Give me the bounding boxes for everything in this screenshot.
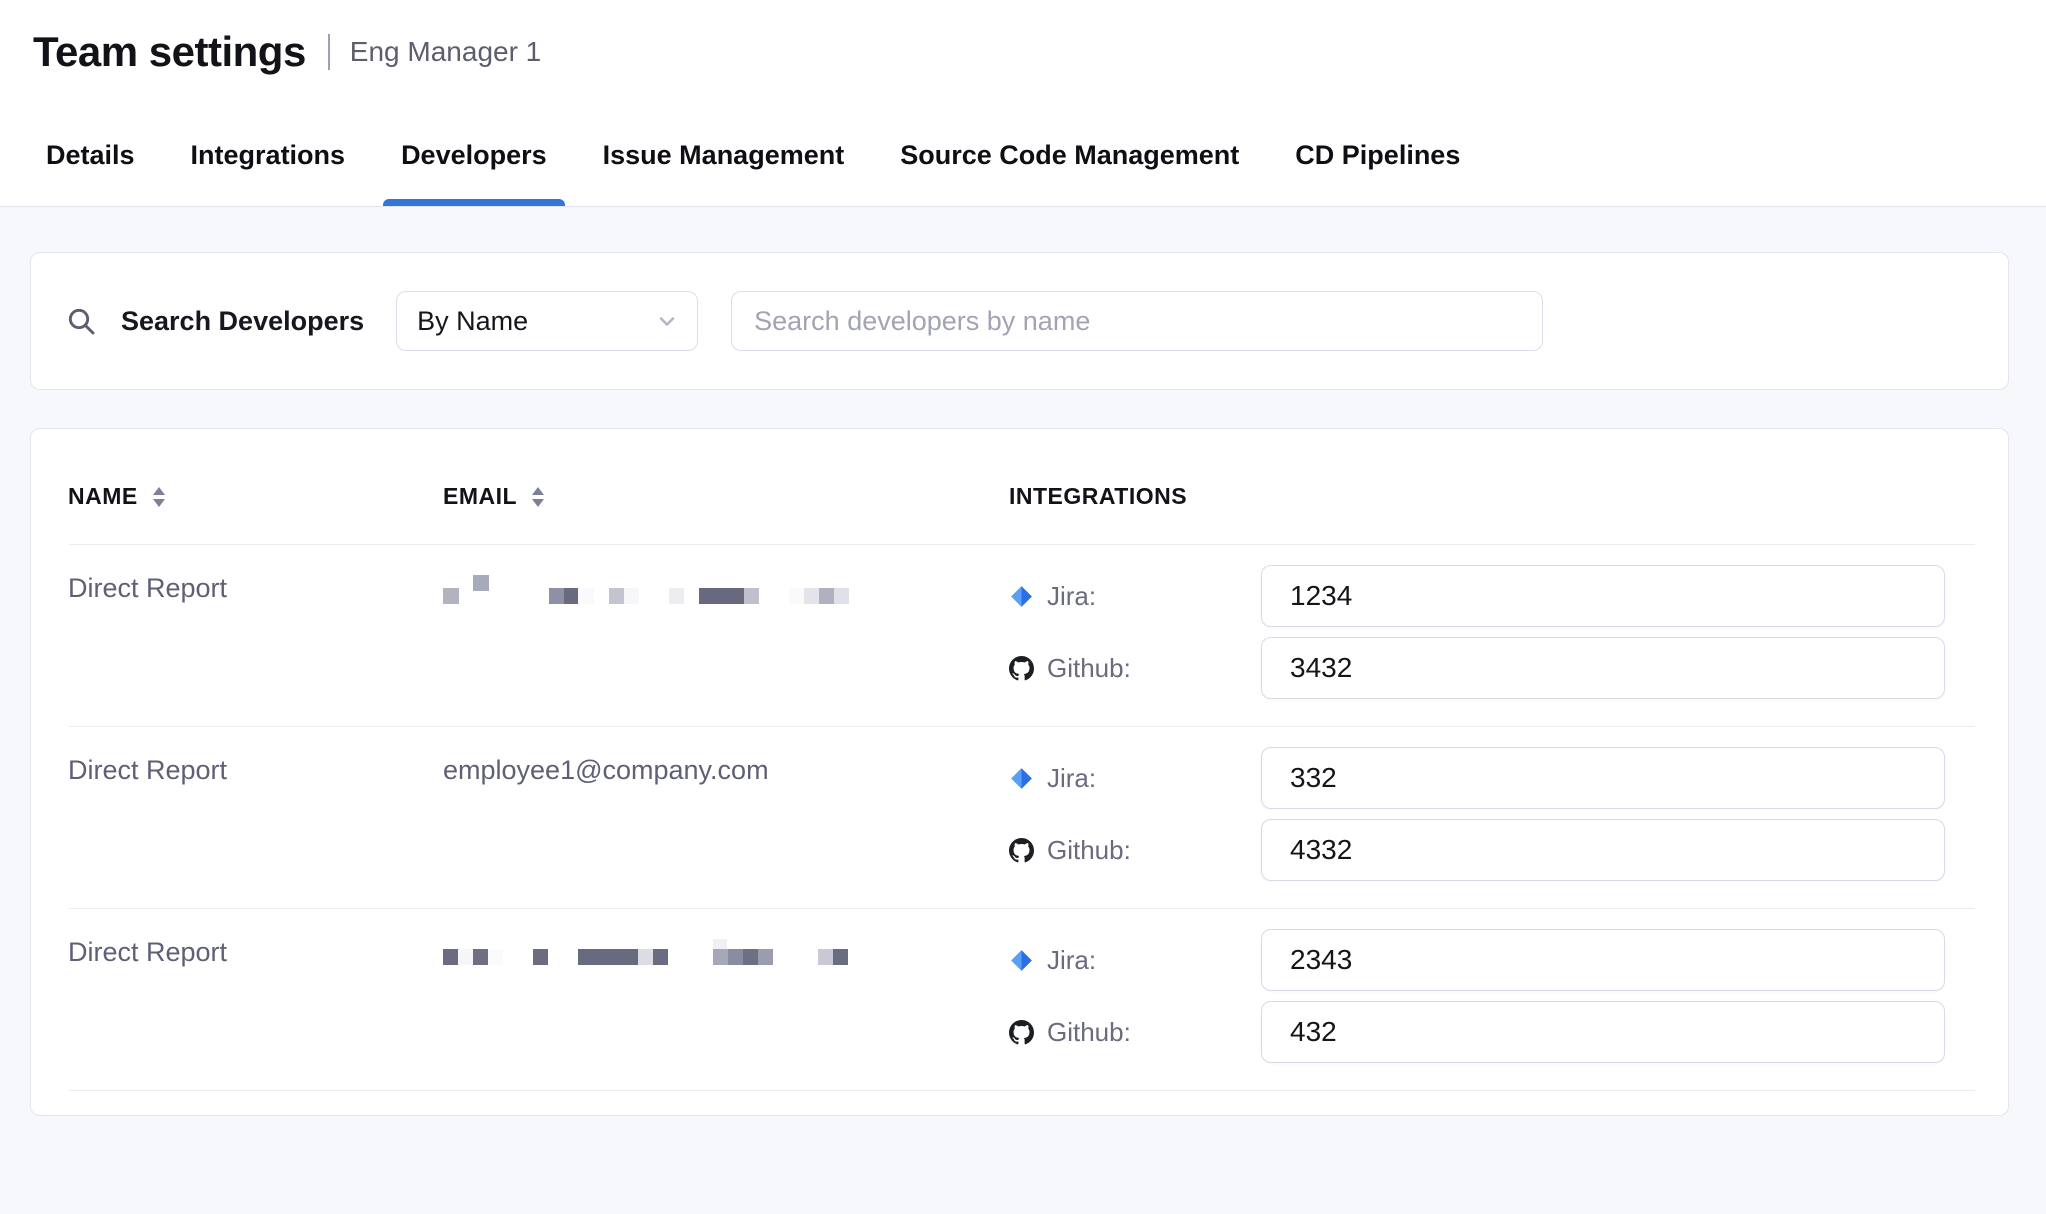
redacted-email (443, 939, 1009, 969)
developer-email (443, 929, 1009, 1076)
chevron-down-icon (655, 309, 679, 333)
sort-icon[interactable] (150, 485, 168, 509)
github-label: Github: (1047, 653, 1131, 684)
search-developers-label: Search Developers (121, 306, 364, 337)
jira-id-input[interactable] (1261, 929, 1945, 991)
developer-email (443, 565, 1009, 712)
jira-label: Jira: (1047, 945, 1096, 976)
column-header-integrations: INTEGRATIONS (1009, 483, 1972, 510)
tab-bar: Details Integrations Developers Issue Ma… (0, 104, 2046, 207)
github-field-row: Github: (1009, 819, 1972, 881)
developer-name: Direct Report (68, 747, 443, 894)
github-id-input[interactable] (1261, 1001, 1945, 1063)
developer-name: Direct Report (68, 565, 443, 712)
row-divider (69, 1090, 1975, 1091)
content-area: Search Developers By Name NAME (0, 207, 2046, 1214)
jira-field-row: Jira: (1009, 747, 1972, 809)
github-field-row: Github: (1009, 637, 1972, 699)
title-divider (328, 34, 330, 70)
sort-icon[interactable] (529, 485, 547, 509)
jira-icon (1009, 766, 1034, 791)
integrations-cell: Jira: Github: (1009, 747, 1972, 894)
search-input[interactable] (731, 291, 1543, 351)
github-id-input[interactable] (1261, 819, 1945, 881)
developer-email: employee1@company.com (443, 747, 1009, 894)
column-header-name: NAME (68, 483, 443, 510)
page-header: Team settings Eng Manager 1 (0, 0, 2046, 104)
developers-table: NAME EMAIL INTEGRATIONS (30, 428, 2009, 1116)
column-header-email: EMAIL (443, 483, 1009, 510)
jira-id-input[interactable] (1261, 565, 1945, 627)
table-row: Direct Report Jira: (31, 909, 2008, 1090)
jira-id-input[interactable] (1261, 747, 1945, 809)
page-title: Team settings (33, 28, 306, 76)
search-filter-select[interactable]: By Name (396, 291, 698, 351)
github-icon (1009, 656, 1034, 681)
tab-details[interactable]: Details (46, 104, 135, 206)
jira-label: Jira: (1047, 763, 1096, 794)
integrations-cell: Jira: Github: (1009, 929, 1972, 1076)
redacted-email (443, 575, 1009, 605)
tab-cd-pipelines[interactable]: CD Pipelines (1295, 104, 1460, 206)
github-label: Github: (1047, 1017, 1131, 1048)
github-label: Github: (1047, 835, 1131, 866)
developer-name: Direct Report (68, 929, 443, 1076)
search-icon (65, 305, 97, 337)
jira-field-row: Jira: (1009, 929, 1972, 991)
github-icon (1009, 1020, 1034, 1045)
jira-icon (1009, 948, 1034, 973)
github-icon (1009, 838, 1034, 863)
jira-field-row: Jira: (1009, 565, 1972, 627)
tab-integrations[interactable]: Integrations (191, 104, 346, 206)
tab-issue-management[interactable]: Issue Management (603, 104, 845, 206)
table-header-row: NAME EMAIL INTEGRATIONS (31, 429, 2008, 544)
table-row: Direct Report employee1@company.com Jira… (31, 727, 2008, 908)
team-name: Eng Manager 1 (350, 36, 541, 68)
search-filter-value: By Name (417, 306, 528, 337)
tab-source-code-management[interactable]: Source Code Management (900, 104, 1239, 206)
github-id-input[interactable] (1261, 637, 1945, 699)
integrations-cell: Jira: Github: (1009, 565, 1972, 712)
table-row: Direct Report Jira: (31, 545, 2008, 726)
tab-developers[interactable]: Developers (401, 104, 547, 206)
github-field-row: Github: (1009, 1001, 1972, 1063)
jira-label: Jira: (1047, 581, 1096, 612)
jira-icon (1009, 584, 1034, 609)
team-settings-page: Team settings Eng Manager 1 Details Inte… (0, 0, 2046, 1214)
search-panel: Search Developers By Name (30, 252, 2009, 390)
